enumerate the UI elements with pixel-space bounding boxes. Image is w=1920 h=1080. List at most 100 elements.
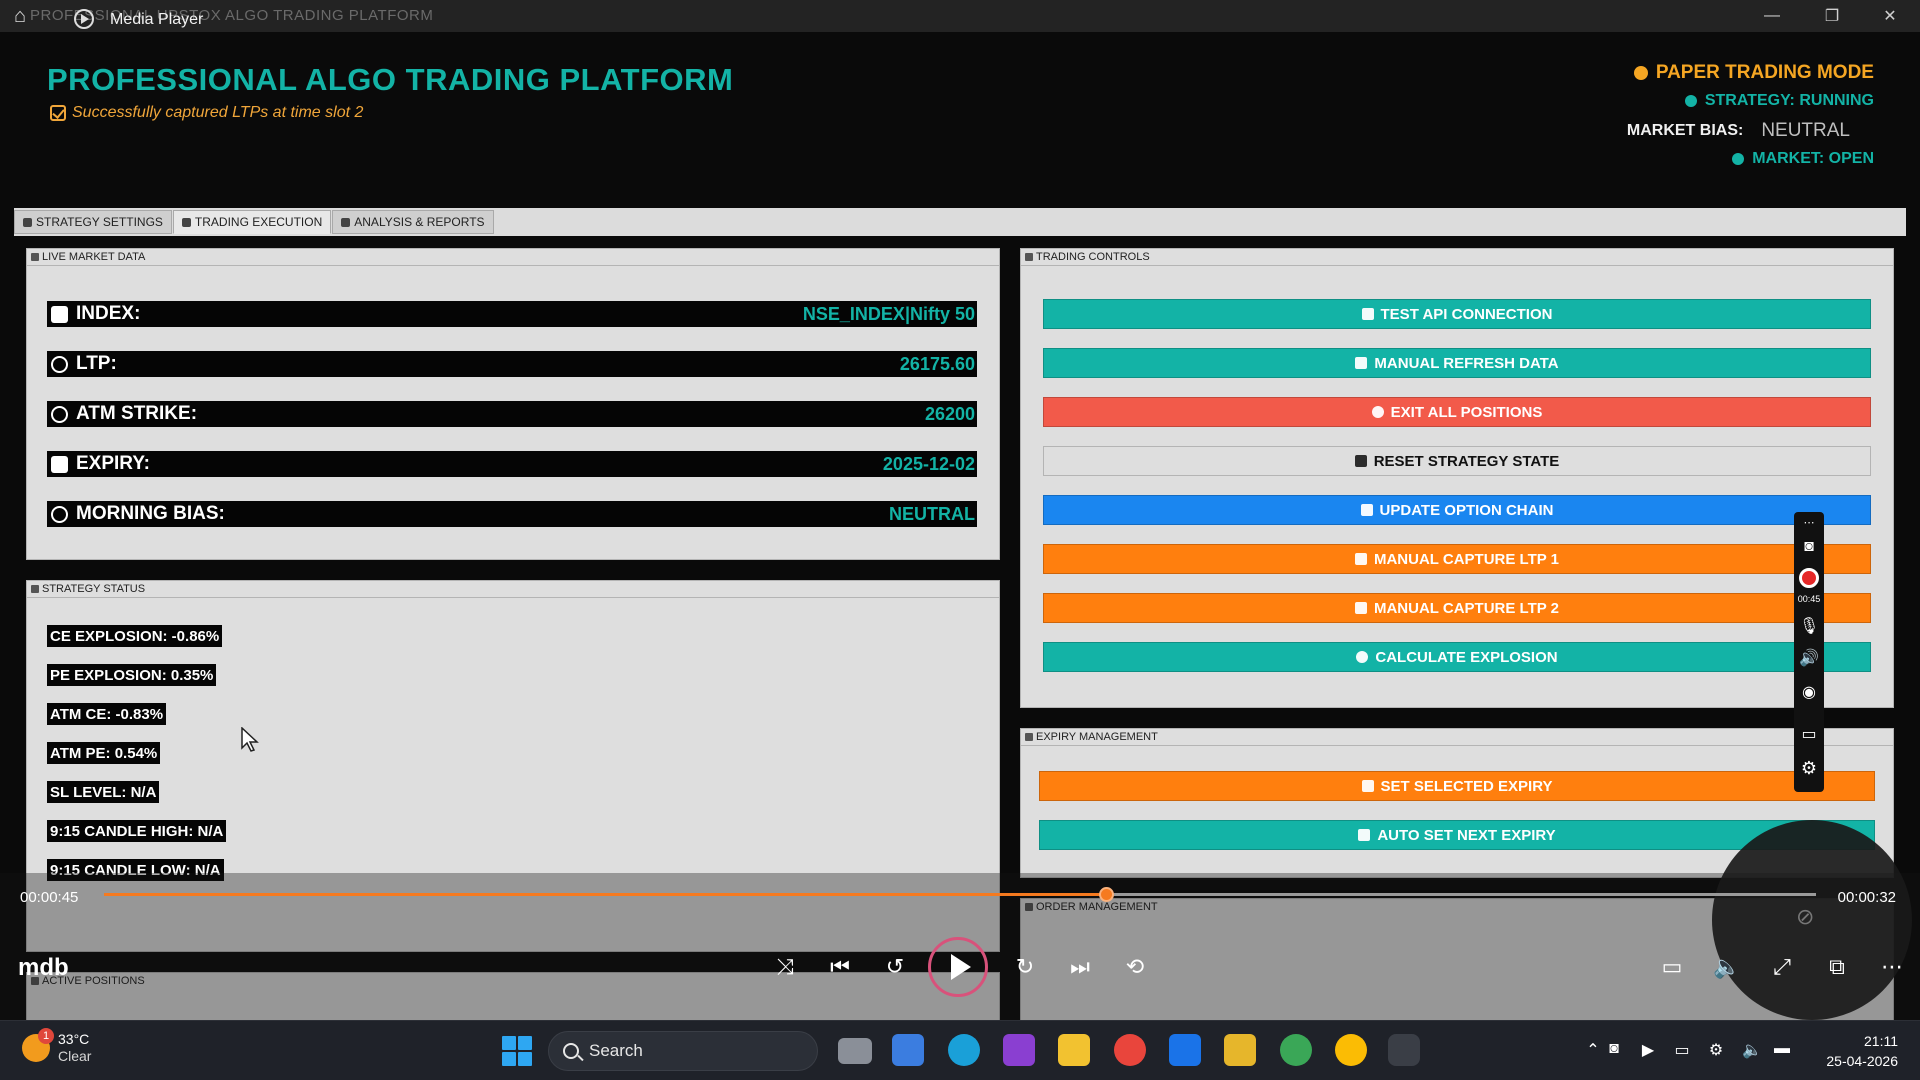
weather-badge: 1 (38, 1028, 54, 1044)
refresh-icon (1355, 357, 1368, 369)
weather-widget[interactable]: 1 33°C Clear (22, 1028, 91, 1065)
gear-icon[interactable]: ⚙ (1705, 1040, 1727, 1062)
taskbar-search[interactable]: Search (548, 1031, 818, 1071)
settings-icon (23, 217, 32, 227)
window-icon[interactable]: ▭ (1799, 724, 1819, 744)
set-selected-expiry-button[interactable]: SET SELECTED EXPIRY (1039, 771, 1875, 801)
maximize-button[interactable]: ❐ (1804, 0, 1860, 32)
camera-off-icon: ⊘ (1796, 904, 1815, 929)
window-icon[interactable]: ▭ (1671, 1040, 1693, 1062)
rewind-10-icon[interactable]: ↺ (880, 952, 910, 982)
tab-bar: STRATEGY SETTINGS TRADING EXECUTION ANAL… (14, 208, 495, 236)
tab-strategy-settings[interactable]: STRATEGY SETTINGS (14, 210, 172, 234)
chrome-icon[interactable] (1114, 1034, 1146, 1066)
calculate-explosion-button[interactable]: CALCULATE EXPLOSION (1043, 642, 1871, 672)
tab-trading-execution[interactable]: TRADING EXECUTION (172, 210, 332, 234)
record-icon[interactable] (1799, 568, 1819, 588)
mode-panel: PAPER TRADING MODE STRATEGY: RUNNING MAR… (1474, 62, 1874, 182)
microsoft-store-icon[interactable] (892, 1034, 924, 1066)
mouse-cursor-icon (241, 727, 259, 752)
exit-all-positions-button[interactable]: EXIT ALL POSITIONS (1043, 397, 1871, 427)
speaker-icon[interactable]: 🔊 (1799, 648, 1819, 668)
execution-icon (181, 217, 191, 227)
panel-icon (31, 585, 39, 593)
webcam-overlay: ⊘ (1712, 820, 1912, 1020)
group-title: STRATEGY STATUS (42, 583, 146, 595)
close-button[interactable]: ✕ (1862, 0, 1918, 32)
windows-start-icon[interactable] (502, 1036, 532, 1066)
prime-video-icon[interactable] (1169, 1034, 1201, 1066)
powershell-icon[interactable] (1003, 1034, 1035, 1066)
taskbar-clock[interactable]: 21:11 25-04-2026 (1826, 1031, 1898, 1071)
chart-icon (341, 217, 351, 227)
panel-icon (1025, 253, 1033, 261)
camera-icon (1354, 553, 1367, 565)
chrome-profile-icon[interactable] (1335, 1034, 1367, 1066)
paper-trading-indicator: PAPER TRADING MODE (1633, 62, 1874, 84)
market-status-label: MARKET: OPEN (1752, 150, 1874, 167)
auto-icon (1358, 829, 1371, 841)
status-ce-explosion: CE EXPLOSION: -0.86% (47, 625, 223, 647)
test-api-connection-button[interactable]: TEST API CONNECTION (1043, 299, 1871, 329)
microphone-icon[interactable]: 🎙 (1799, 616, 1819, 636)
volume-icon[interactable]: 🔈 (1712, 952, 1742, 982)
update-option-chain-button[interactable]: UPDATE OPTION CHAIN (1043, 495, 1871, 525)
reset-strategy-state-button[interactable]: RESET STRATEGY STATE (1043, 446, 1871, 476)
status-sl-level: SL LEVEL: N/A (47, 781, 160, 803)
stop-icon (1371, 406, 1384, 418)
search-icon (563, 1043, 579, 1059)
edge-icon[interactable] (948, 1034, 980, 1066)
pin-icon[interactable]: ⋯ (1799, 516, 1819, 536)
task-view-icon[interactable] (838, 1038, 872, 1064)
checkbox-icon (50, 105, 66, 121)
forward-30-icon[interactable]: ↻ (1010, 952, 1040, 982)
tab-analysis-reports[interactable]: ANALYSIS & REPORTS (332, 210, 494, 234)
camera-icon[interactable]: ◙ (1603, 1040, 1625, 1062)
mini-player-icon[interactable]: ⧉ (1822, 952, 1852, 982)
chain-icon (1360, 504, 1373, 516)
windows-taskbar: 1 33°C Clear Search ⌃ ◙ ▶ ▭ ⚙ 🔈 ▬ 21:11 … (0, 1020, 1920, 1080)
more-options-icon[interactable]: ⋯ (1877, 952, 1907, 982)
target-icon (51, 405, 68, 423)
file-explorer-icon[interactable] (1058, 1034, 1090, 1066)
camera-icon[interactable]: ◙ (1799, 538, 1819, 558)
media-player-app-icon (74, 9, 94, 29)
screen-recorder-toolbar: ⋯ ◙ 00:45 🎙 🔊 ◉ ▭ ⚙ (1794, 512, 1824, 792)
next-icon[interactable]: ⏭ (1065, 952, 1095, 982)
market-row-index: INDEX: NSE_INDEX|Nifty 50 (47, 301, 977, 327)
market-bias: MARKET BIAS: NEUTRAL (1627, 120, 1850, 142)
previous-icon[interactable]: ⏮ (825, 952, 855, 982)
manual-capture-ltp1-button[interactable]: MANUAL CAPTURE LTP 1 (1043, 544, 1871, 574)
clock-date: 25-04-2026 (1826, 1053, 1898, 1069)
market-row-ltp: LTP: 26175.60 (47, 351, 977, 377)
tray-chevron-icon[interactable]: ⌃ (1582, 1040, 1604, 1062)
notes-app-icon[interactable] (1224, 1034, 1256, 1066)
play-button[interactable] (928, 937, 988, 997)
subtitles-icon[interactable]: ▭ (1657, 952, 1687, 982)
battery-icon[interactable]: ▬ (1771, 1040, 1793, 1062)
gear-icon[interactable]: ⚙ (1799, 758, 1819, 778)
seek-handle[interactable] (1098, 887, 1114, 902)
group-title: EXPIRY MANAGEMENT (1036, 731, 1158, 743)
shuffle-icon[interactable]: ⤨ (770, 952, 800, 982)
market-bias-value: NEUTRAL (1761, 120, 1850, 141)
repeat-icon[interactable]: ⟲ (1120, 952, 1150, 982)
group-title: TRADING CONTROLS (1036, 251, 1150, 263)
strategy-status-label: STRATEGY: RUNNING (1704, 92, 1874, 109)
media-player-title: Media Player (110, 11, 204, 28)
manual-refresh-data-button[interactable]: MANUAL REFRESH DATA (1043, 348, 1871, 378)
chrome-profile-icon[interactable] (1280, 1034, 1312, 1066)
orange-dot-icon (1633, 66, 1648, 80)
volume-icon[interactable]: 🔈 (1741, 1040, 1763, 1062)
webcam-icon[interactable]: ◉ (1799, 682, 1819, 702)
reset-icon (1354, 455, 1367, 467)
manual-capture-ltp2-button[interactable]: MANUAL CAPTURE LTP 2 (1043, 593, 1871, 623)
seek-bar[interactable] (104, 887, 1816, 902)
media-player-taskbar-icon[interactable] (1388, 1034, 1420, 1066)
minimize-button[interactable]: — (1744, 0, 1800, 32)
video-icon[interactable]: ▶ (1637, 1040, 1659, 1062)
fullscreen-icon[interactable]: ⤢ (1767, 952, 1797, 982)
plug-icon (1361, 308, 1374, 320)
trading-app-window: PROFESSIONAL ALGO TRADING PLATFORM Succe… (0, 32, 1920, 1020)
recorder-timer: 00:45 (1797, 594, 1821, 604)
